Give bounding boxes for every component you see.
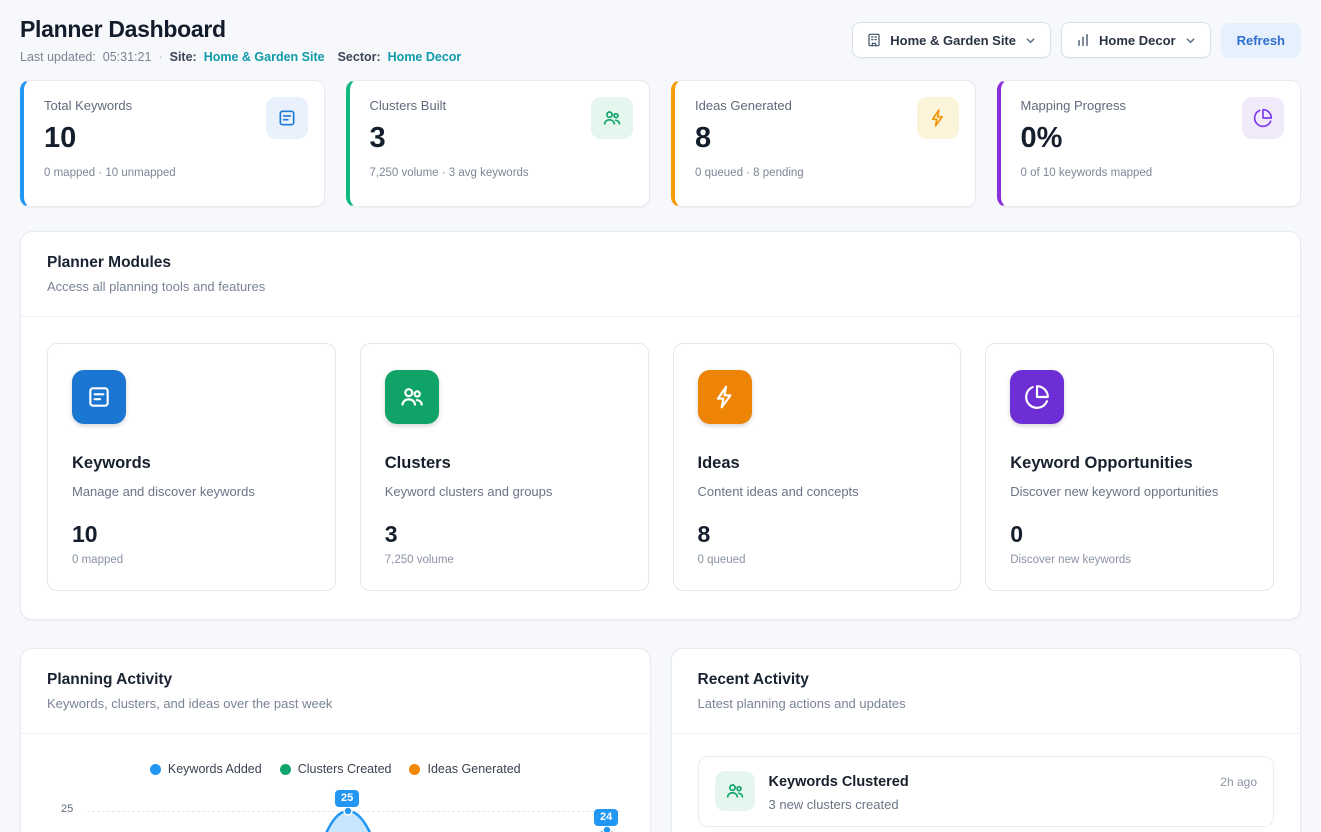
module-sub: 0 queued — [698, 554, 937, 566]
stat-sub: 0 mapped · 10 unmapped — [44, 167, 306, 179]
module-description: Manage and discover keywords — [72, 484, 311, 499]
building-icon — [866, 32, 882, 48]
last-updated-value: 05:31:21 — [103, 50, 152, 64]
stat-card-mapping-progress: Mapping Progress 0% 0 of 10 keywords map… — [997, 80, 1302, 207]
legend-dot-green — [280, 764, 291, 775]
planning-activity-chart: 25 25 24 — [47, 786, 624, 832]
data-point-label: 24 — [594, 809, 618, 826]
module-title: Keyword Opportunities — [1010, 454, 1249, 473]
module-description: Discover new keyword opportunities — [1010, 484, 1249, 499]
keywords-added-line — [87, 786, 632, 832]
planning-activity-subtitle: Keywords, clusters, and ideas over the p… — [47, 696, 624, 711]
module-card-keywords[interactable]: Keywords Manage and discover keywords 10… — [47, 343, 336, 591]
legend-item-clusters-created: Clusters Created — [280, 762, 392, 776]
module-card-clusters[interactable]: Clusters Keyword clusters and groups 3 7… — [360, 343, 649, 591]
y-axis-tick: 25 — [61, 803, 73, 815]
page-header: Planner Dashboard Last updated: 05:31:21… — [20, 16, 1301, 64]
feed-item-description: 3 new clusters created — [769, 797, 1207, 812]
recent-activity-subtitle: Latest planning actions and updates — [698, 696, 1275, 711]
module-title: Keywords — [72, 454, 311, 473]
feed-item-title: Keywords Clustered — [769, 774, 1207, 790]
module-sub: 7,250 volume — [385, 554, 624, 566]
legend-dot-orange — [409, 764, 420, 775]
feed-item-timestamp: 2h ago — [1220, 775, 1257, 812]
module-value: 10 — [72, 521, 311, 548]
module-description: Content ideas and concepts — [698, 484, 937, 499]
module-value: 3 — [385, 521, 624, 548]
modules-title: Planner Modules — [47, 254, 1274, 272]
modules-grid: Keywords Manage and discover keywords 10… — [21, 317, 1300, 619]
module-card-keyword-opportunities[interactable]: Keyword Opportunities Discover new keywo… — [985, 343, 1274, 591]
stat-card-total-keywords: Total Keywords 10 0 mapped · 10 unmapped — [20, 80, 325, 207]
legend-label: Clusters Created — [298, 762, 392, 776]
recent-activity-header: Recent Activity Latest planning actions … — [672, 649, 1301, 734]
pie-chart-icon — [1010, 370, 1064, 424]
bottom-row: Planning Activity Keywords, clusters, an… — [20, 648, 1301, 832]
sector-dropdown-label: Home Decor — [1099, 33, 1176, 48]
stat-card-clusters-built: Clusters Built 3 7,250 volume · 3 avg ke… — [346, 80, 651, 207]
modules-subtitle: Access all planning tools and features — [47, 279, 1274, 294]
legend-item-ideas-generated: Ideas Generated — [409, 762, 520, 776]
meta-separator: · — [158, 50, 162, 64]
modules-header: Planner Modules Access all planning tool… — [21, 232, 1300, 317]
site-dropdown[interactable]: Home & Garden Site — [852, 22, 1051, 58]
stat-sub: 0 of 10 keywords mapped — [1021, 167, 1283, 179]
planning-activity-header: Planning Activity Keywords, clusters, an… — [21, 649, 650, 734]
site-label: Site: — [170, 50, 197, 64]
chart-legend: Keywords Added Clusters Created Ideas Ge… — [47, 762, 624, 776]
module-card-ideas[interactable]: Ideas Content ideas and concepts 8 0 que… — [673, 343, 962, 591]
last-updated-label: Last updated: — [20, 50, 96, 64]
sector-label: Sector: — [338, 50, 381, 64]
module-sub: 0 mapped — [72, 554, 311, 566]
module-value: 8 — [698, 521, 937, 548]
module-title: Clusters — [385, 454, 624, 473]
module-description: Keyword clusters and groups — [385, 484, 624, 499]
lightning-icon — [698, 370, 752, 424]
legend-item-keywords-added: Keywords Added — [150, 762, 262, 776]
recent-activity-body: Keywords Clustered 3 new clusters create… — [672, 734, 1301, 832]
sector-dropdown[interactable]: Home Decor — [1061, 22, 1211, 58]
legend-label: Keywords Added — [168, 762, 262, 776]
header-left: Planner Dashboard Last updated: 05:31:21… — [20, 16, 461, 64]
refresh-button[interactable]: Refresh — [1221, 23, 1301, 58]
planning-activity-title: Planning Activity — [47, 671, 624, 689]
stat-sub: 7,250 volume · 3 avg keywords — [370, 167, 632, 179]
planner-modules-panel: Planner Modules Access all planning tool… — [20, 231, 1301, 620]
meta-line: Last updated: 05:31:21 · Site: Home & Ga… — [20, 50, 461, 64]
site-link[interactable]: Home & Garden Site — [204, 50, 325, 64]
site-dropdown-label: Home & Garden Site — [890, 33, 1016, 48]
recent-activity-panel: Recent Activity Latest planning actions … — [671, 648, 1302, 832]
data-point-label: 25 — [335, 790, 359, 807]
sector-link[interactable]: Home Decor — [388, 50, 462, 64]
planning-activity-body: Keywords Added Clusters Created Ideas Ge… — [21, 734, 650, 832]
module-sub: Discover new keywords — [1010, 554, 1249, 566]
legend-dot-blue — [150, 764, 161, 775]
lightning-icon — [917, 97, 959, 139]
users-icon — [591, 97, 633, 139]
header-controls: Home & Garden Site Home Decor Refresh — [852, 22, 1301, 58]
stat-card-ideas-generated: Ideas Generated 8 0 queued · 8 pending — [671, 80, 976, 207]
chevron-down-icon — [1024, 34, 1037, 47]
stats-row: Total Keywords 10 0 mapped · 10 unmapped… — [20, 80, 1301, 207]
document-icon — [72, 370, 126, 424]
module-title: Ideas — [698, 454, 937, 473]
legend-label: Ideas Generated — [427, 762, 520, 776]
pie-chart-icon — [1242, 97, 1284, 139]
users-icon — [715, 771, 755, 811]
activity-feed-item: Keywords Clustered 3 new clusters create… — [698, 756, 1275, 827]
planning-activity-panel: Planning Activity Keywords, clusters, an… — [20, 648, 651, 832]
users-icon — [385, 370, 439, 424]
planner-dashboard-page: Planner Dashboard Last updated: 05:31:21… — [0, 0, 1321, 832]
recent-activity-title: Recent Activity — [698, 671, 1275, 689]
page-title: Planner Dashboard — [20, 16, 461, 43]
module-value: 0 — [1010, 521, 1249, 548]
chevron-down-icon — [1184, 34, 1197, 47]
bar-chart-icon — [1075, 32, 1091, 48]
stat-sub: 0 queued · 8 pending — [695, 167, 957, 179]
feed-item-text: Keywords Clustered 3 new clusters create… — [769, 771, 1207, 812]
document-icon — [266, 97, 308, 139]
